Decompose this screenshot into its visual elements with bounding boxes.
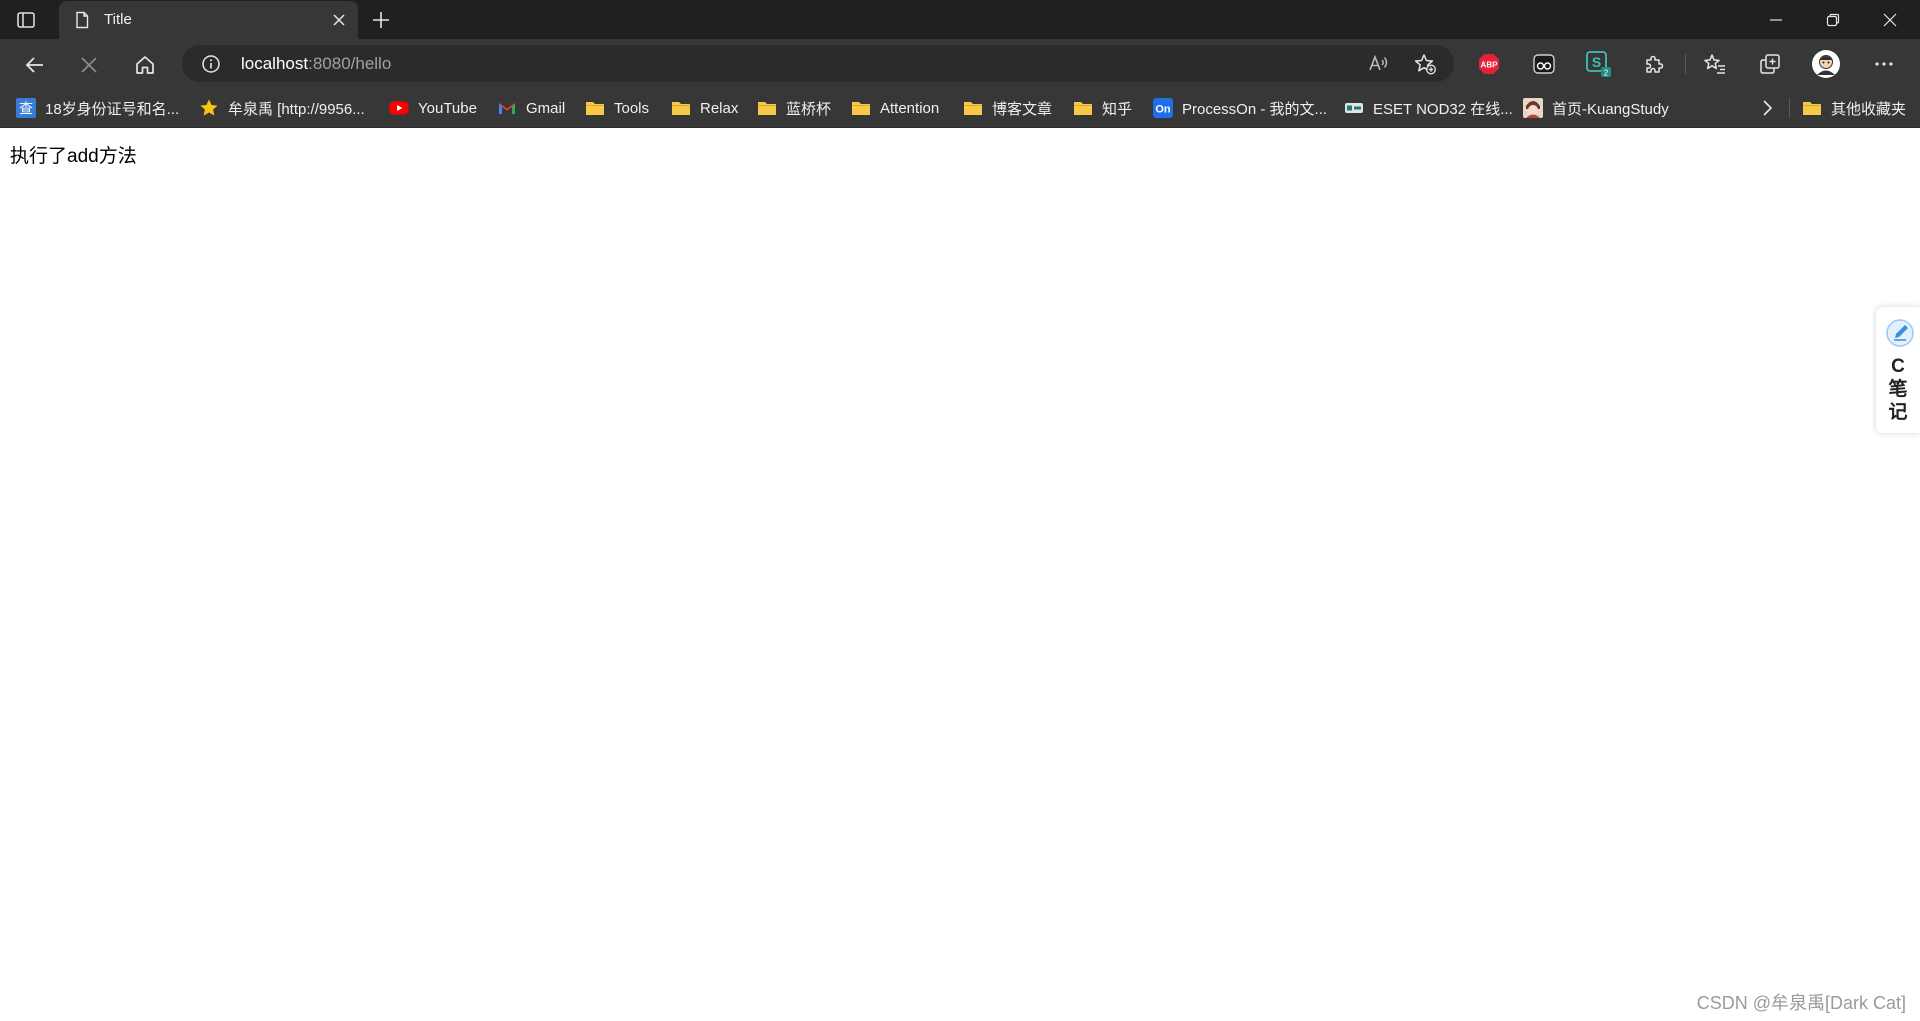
read-aloud-icon[interactable] — [1367, 52, 1391, 76]
bookmark-item[interactable]: On ProcessOn - 我的文... — [1153, 97, 1327, 119]
folder-icon — [1802, 98, 1822, 118]
bookmark-item[interactable]: 首页-KuangStudy — [1523, 97, 1669, 119]
bookmark-folder[interactable]: 博客文章 — [963, 97, 1052, 119]
minimize-button[interactable] — [1748, 0, 1804, 39]
bookmark-label: 博客文章 — [992, 100, 1053, 118]
puzzle-icon — [1646, 55, 1664, 73]
page-content: 执行了add方法 C笔记 CSDN @牟泉禹[Dark Cat] — [0, 128, 1920, 1021]
cha-icon: 查 — [16, 98, 36, 118]
bookmark-label: ESET NOD32 在线... — [1373, 100, 1513, 118]
bookmark-folder[interactable]: Attention — [851, 97, 939, 119]
bookmark-folder[interactable]: 知乎 — [1073, 97, 1132, 119]
bookmark-label: Relax — [700, 99, 739, 117]
bookmark-item[interactable]: ESET NOD32 在线... — [1344, 97, 1513, 119]
abp-label: ABP — [1481, 60, 1499, 69]
bookmark-label: Attention — [880, 99, 940, 117]
more-icon — [1875, 62, 1893, 66]
stop-loading-button[interactable] — [74, 50, 104, 80]
bookmark-item[interactable]: YouTube — [389, 97, 477, 119]
site-info-icon[interactable] — [201, 54, 221, 74]
folder-icon — [671, 98, 691, 118]
bookmarks-bar: 查 18岁身份证号和名... 牟泉禹 [http://9956... YouTu… — [0, 89, 1920, 128]
restore-button[interactable] — [1805, 0, 1861, 39]
s-extension-icon: S2 — [1586, 51, 1611, 77]
processon-icon-text: On — [1155, 104, 1171, 116]
close-tab-icon[interactable] — [330, 11, 348, 29]
bookmark-label: 首页-KuangStudy — [1552, 100, 1669, 118]
star-icon — [199, 98, 219, 118]
other-bookmarks-label: 其他收藏夹 — [1831, 100, 1907, 118]
eset-icon — [1344, 98, 1364, 118]
side-note-widget[interactable]: C笔记 — [1876, 307, 1920, 433]
bookmark-label: YouTube — [418, 99, 477, 117]
glasses-icon — [1533, 54, 1555, 74]
profile-button[interactable] — [1811, 49, 1841, 79]
bookmark-label: Tools — [614, 99, 650, 117]
bookmark-label: 知乎 — [1102, 100, 1133, 118]
bookmark-item[interactable]: 查 18岁身份证号和名... — [16, 97, 179, 119]
folder-icon — [851, 98, 871, 118]
collections-icon — [1760, 54, 1780, 74]
avatar — [1812, 50, 1840, 78]
bookmark-label: Gmail — [526, 99, 566, 117]
toolbar-separator — [1685, 54, 1686, 74]
url-text[interactable]: localhost:8080/hello — [241, 54, 391, 74]
bookmarks-separator — [1789, 98, 1790, 118]
side-note-label: C笔记 — [1888, 356, 1908, 423]
favorites-button[interactable] — [1700, 49, 1730, 79]
folder-icon — [963, 98, 983, 118]
processon-icon: On — [1153, 98, 1173, 118]
active-tab[interactable]: Title — [59, 1, 358, 39]
svg-text:S: S — [1592, 54, 1601, 70]
extension-badge: 2 — [1604, 68, 1609, 77]
kuangstudy-icon — [1523, 98, 1543, 118]
close-window-button[interactable] — [1862, 0, 1918, 39]
folder-icon — [585, 98, 605, 118]
stop-icon — [81, 57, 97, 73]
watermark: CSDN @牟泉禹[Dark Cat] — [1696, 993, 1906, 1013]
other-bookmarks-folder[interactable]: 其他收藏夹 — [1802, 97, 1906, 119]
bookmark-label: 蓝桥杯 — [786, 100, 832, 118]
tab-title: Title — [104, 11, 132, 28]
bookmark-item[interactable]: Gmail — [497, 97, 565, 119]
page-icon — [76, 11, 89, 29]
bookmark-folder[interactable]: 蓝桥杯 — [757, 97, 831, 119]
bookmark-label: 18岁身份证号和名... — [45, 100, 180, 118]
note-pen-icon — [1886, 319, 1914, 347]
tab-strip: Title — [0, 0, 1920, 39]
bookmark-label: 牟泉禹 [http://9956... — [228, 100, 365, 118]
add-favorite-icon[interactable] — [1413, 52, 1437, 76]
folder-icon — [757, 98, 777, 118]
favorites-icon — [1704, 54, 1725, 74]
adblock-plus-extension[interactable]: ABP — [1474, 49, 1504, 79]
gmail-icon — [497, 98, 517, 118]
new-tab-icon[interactable] — [369, 8, 393, 32]
url-path: :8080/hello — [308, 54, 392, 73]
back-arrow-icon — [25, 57, 43, 73]
s-extension[interactable]: S2 — [1584, 49, 1614, 79]
page-text: 执行了add方法 — [10, 146, 137, 167]
extensions-button[interactable] — [1639, 49, 1669, 79]
bookmark-folder[interactable]: Tools — [585, 97, 649, 119]
chevron-right-icon[interactable] — [1756, 97, 1778, 119]
back-button[interactable] — [20, 50, 50, 80]
toolbar: localhost:8080/hello ABP S2 — [0, 39, 1920, 89]
abp-icon: ABP — [1479, 54, 1499, 74]
tab-actions-icon[interactable] — [14, 8, 38, 32]
cha-icon-text: 查 — [19, 102, 33, 118]
bookmark-folder[interactable]: Relax — [671, 97, 738, 119]
bookmark-label: ProcessOn - 我的文... — [1182, 100, 1328, 118]
home-button[interactable] — [130, 50, 160, 80]
bookmark-item[interactable]: 牟泉禹 [http://9956... — [199, 97, 365, 119]
url-host: localhost — [241, 54, 309, 73]
collections-button[interactable] — [1755, 49, 1785, 79]
address-bar[interactable]: localhost:8080/hello — [182, 45, 1454, 82]
more-menu-button[interactable] — [1869, 49, 1899, 79]
home-icon — [136, 56, 154, 74]
folder-icon — [1073, 98, 1093, 118]
glasses-extension[interactable] — [1529, 49, 1559, 79]
youtube-icon — [389, 98, 409, 118]
